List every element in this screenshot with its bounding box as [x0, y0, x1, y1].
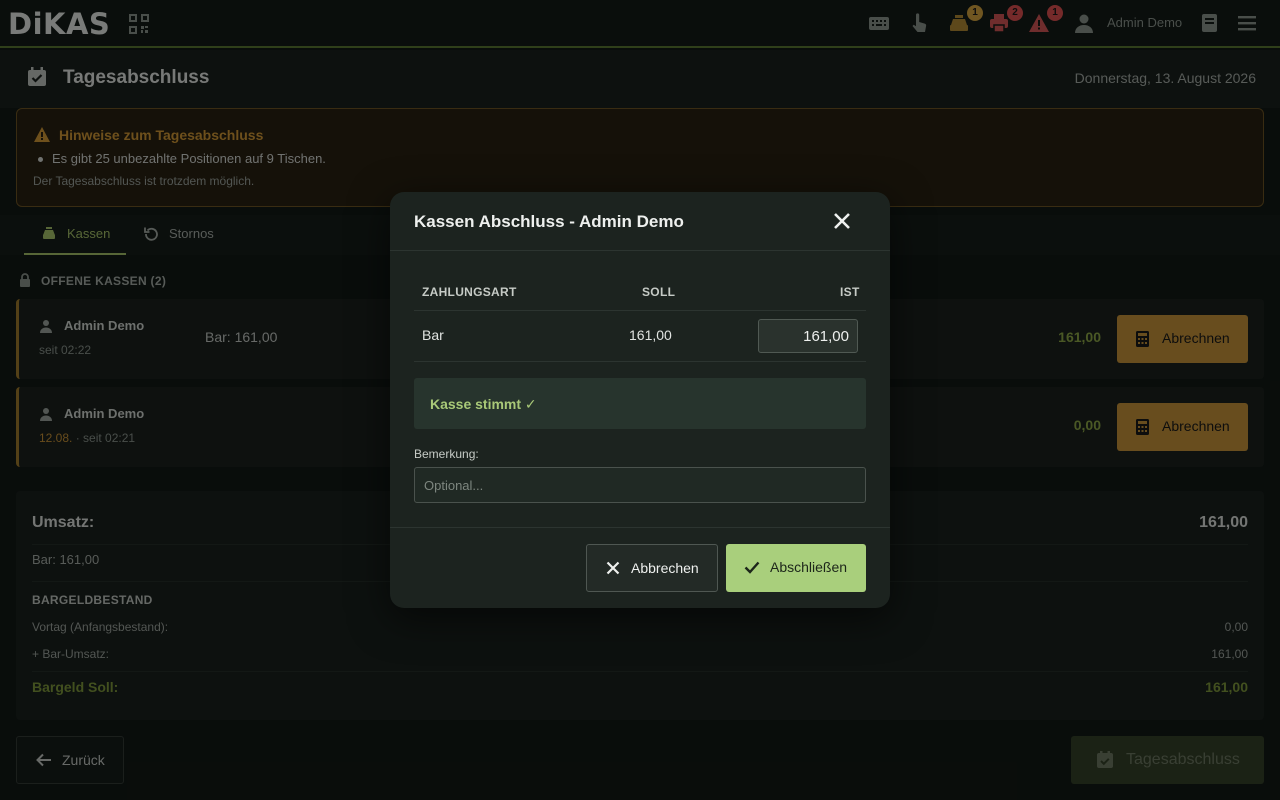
soll-value: 161,00: [629, 327, 672, 343]
dialog-title: Kassen Abschluss - Admin Demo: [414, 212, 684, 231]
confirm-button[interactable]: Abschließen: [726, 544, 866, 592]
payment-method: Bar: [422, 327, 444, 343]
column-header-method: ZAHLUNGSART: [422, 285, 517, 299]
divider: [390, 250, 890, 251]
status-box: Kasse stimmt ✓: [414, 378, 866, 429]
remark-label: Bemerkung:: [414, 447, 479, 461]
ist-input[interactable]: [758, 319, 858, 353]
close-icon[interactable]: [832, 211, 852, 231]
divider: [414, 361, 866, 362]
remark-input[interactable]: [414, 467, 866, 503]
column-header-soll: SOLL: [642, 285, 676, 299]
cancel-button[interactable]: Abbrechen: [586, 544, 718, 592]
check-icon: [744, 561, 760, 574]
x-icon: [606, 561, 620, 575]
register-close-dialog: Kassen Abschluss - Admin Demo ZAHLUNGSAR…: [390, 192, 890, 608]
divider: [414, 310, 866, 311]
divider: [390, 527, 890, 528]
status-message: Kasse stimmt ✓: [430, 396, 537, 412]
column-header-ist: IST: [840, 285, 860, 299]
